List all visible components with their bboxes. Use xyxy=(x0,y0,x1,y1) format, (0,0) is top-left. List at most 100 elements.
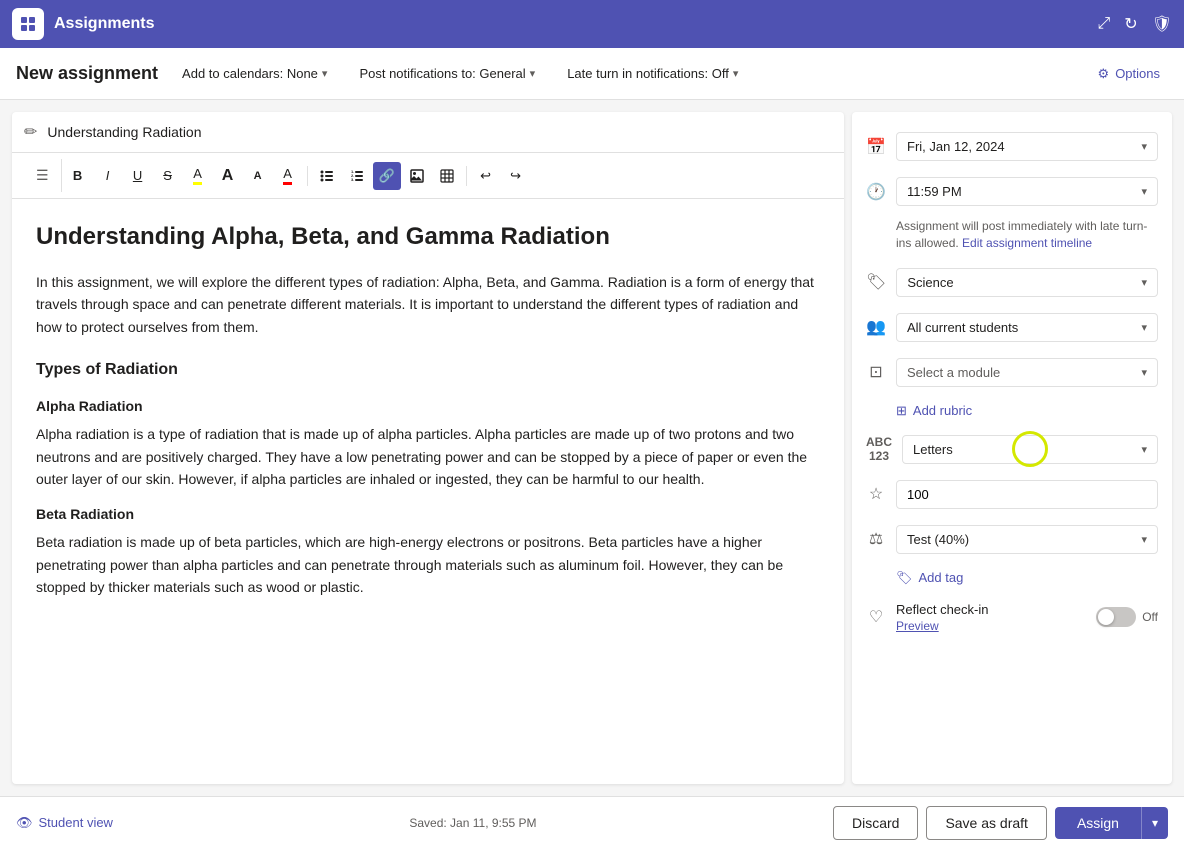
calendar-chevron-icon: ▾ xyxy=(322,67,328,80)
assign-button-group: Assign ▾ xyxy=(1055,807,1168,839)
reflect-row: ♡ Reflect check-in Preview Off xyxy=(852,594,1172,641)
expand-icon[interactable]: ⤢ xyxy=(1097,15,1110,33)
student-view-icon: 👁 xyxy=(16,815,33,831)
reflect-icon: ♡ xyxy=(866,607,886,627)
points-row: ☆ xyxy=(852,472,1172,517)
tag-icon: 🏷 xyxy=(896,570,913,586)
font-color-button[interactable]: A xyxy=(274,162,302,190)
numbered-list-button[interactable]: 1. 2. 3. xyxy=(343,162,371,190)
content-section2-heading: Alpha Radiation xyxy=(36,396,820,417)
grading-type-row: ABC123 Letters ▾ xyxy=(852,427,1172,472)
weight-chevron-icon: ▾ xyxy=(1141,533,1147,546)
due-date-dropdown[interactable]: Fri, Jan 12, 2024 ▾ xyxy=(896,132,1158,161)
subheader: New assignment Add to calendars: None ▾ … xyxy=(0,48,1184,100)
underline-button[interactable]: U xyxy=(124,162,152,190)
toggle-track[interactable] xyxy=(1096,607,1136,627)
module-row: ⊡ Select a module ▾ xyxy=(852,350,1172,395)
points-star-icon: ☆ xyxy=(866,484,886,504)
bottom-actions: Discard Save as draft Assign ▾ xyxy=(833,806,1168,840)
content-section2-body: Alpha radiation is a type of radiation t… xyxy=(36,423,820,490)
module-icon: ⊡ xyxy=(866,362,886,382)
list-toggle-icon[interactable]: ☰ xyxy=(24,159,62,192)
grading-type-dropdown[interactable]: Letters ▾ xyxy=(902,435,1158,464)
student-view-button[interactable]: 👁 Student view xyxy=(16,815,113,831)
calendar-icon: 📅 xyxy=(866,137,886,157)
assignees-row: 👥 All current students ▾ xyxy=(852,305,1172,350)
add-tag-button[interactable]: 🏷 Add tag xyxy=(852,562,1172,594)
assign-button[interactable]: Assign xyxy=(1055,807,1141,839)
assignment-title-input[interactable] xyxy=(47,124,832,140)
category-weight-dropdown[interactable]: Test (40%) ▾ xyxy=(896,525,1158,554)
redo-button[interactable]: ↪ xyxy=(502,162,530,190)
editor-title-row: ✏ xyxy=(12,112,844,153)
due-time-dropdown[interactable]: 11:59 PM ▾ xyxy=(896,177,1158,206)
category-row: 🏷 Science ▾ xyxy=(852,260,1172,305)
late-turn-dropdown[interactable]: Late turn in notifications: Off ▾ xyxy=(559,62,746,85)
add-rubric-button[interactable]: ⊞ Add rubric xyxy=(852,395,1172,427)
options-button[interactable]: ⚙ Options xyxy=(1090,62,1168,86)
page-title: New assignment xyxy=(16,63,158,84)
clock-icon: 🕐 xyxy=(866,182,886,202)
saved-status: Saved: Jan 11, 9:55 PM xyxy=(409,816,536,830)
due-date-chevron-icon: ▾ xyxy=(1141,140,1147,153)
bold-button[interactable]: B xyxy=(64,162,92,190)
grading-icon: ABC123 xyxy=(866,435,892,463)
reflect-toggle[interactable]: Off xyxy=(1096,607,1158,627)
category-dropdown[interactable]: Science ▾ xyxy=(896,268,1158,297)
edit-icon: ✏ xyxy=(24,122,37,142)
due-time-row: 🕐 11:59 PM ▾ xyxy=(852,169,1172,214)
shield-icon[interactable]: 🛡 xyxy=(1152,14,1172,34)
people-icon: 👥 xyxy=(866,317,886,337)
top-bar-icons: ⤢ ↻ 🛡 xyxy=(1097,14,1172,34)
cursor-ring xyxy=(1012,431,1048,467)
refresh-icon[interactable]: ↻ xyxy=(1124,14,1137,34)
grading-chevron-icon: ▾ xyxy=(1141,443,1147,456)
content-section1-heading: Types of Radiation xyxy=(36,358,820,382)
editor-body: Understanding Alpha, Beta, and Gamma Rad… xyxy=(12,199,844,784)
toggle-thumb xyxy=(1098,609,1114,625)
module-chevron-icon: ▾ xyxy=(1141,366,1147,379)
category-icon: 🏷 xyxy=(866,272,886,292)
font-size-down-button[interactable]: A xyxy=(244,162,272,190)
late-turn-chevron-icon: ▾ xyxy=(733,67,739,80)
assignees-dropdown[interactable]: All current students ▾ xyxy=(896,313,1158,342)
category-weight-row: ⚖ Test (40%) ▾ xyxy=(852,517,1172,562)
editor-content[interactable]: Understanding Alpha, Beta, and Gamma Rad… xyxy=(12,199,844,784)
edit-timeline-link[interactable]: Edit assignment timeline xyxy=(962,236,1092,250)
bottom-bar: 👁 Student view Saved: Jan 11, 9:55 PM Di… xyxy=(0,796,1184,848)
module-dropdown[interactable]: Select a module ▾ xyxy=(896,358,1158,387)
font-size-up-button[interactable]: A xyxy=(214,162,242,190)
discard-button[interactable]: Discard xyxy=(833,806,918,840)
bullet-list-button[interactable] xyxy=(313,162,341,190)
calendar-dropdown[interactable]: Add to calendars: None ▾ xyxy=(174,62,335,85)
content-intro: In this assignment, we will explore the … xyxy=(36,271,820,338)
save-draft-button[interactable]: Save as draft xyxy=(926,806,1047,840)
undo-button[interactable]: ↩ xyxy=(472,162,500,190)
right-panel: 📅 Fri, Jan 12, 2024 ▾ 🕐 11:59 PM ▾ Assig… xyxy=(852,112,1172,784)
highlight-button[interactable]: A xyxy=(184,162,212,190)
table-button[interactable] xyxy=(433,162,461,190)
content-section3-heading: Beta Radiation xyxy=(36,504,820,525)
due-time-chevron-icon: ▾ xyxy=(1141,185,1147,198)
link-button[interactable]: 🔗 xyxy=(373,162,401,190)
assignees-chevron-icon: ▾ xyxy=(1141,321,1147,334)
category-chevron-icon: ▾ xyxy=(1141,276,1147,289)
editor-panel: ✏ ☰ B I U S A A A A xyxy=(12,112,844,784)
reflect-preview-link[interactable]: Preview xyxy=(896,619,939,633)
toolbar-separator-2 xyxy=(466,166,467,186)
main-layout: ✏ ☰ B I U S A A A A xyxy=(0,100,1184,796)
notifications-dropdown[interactable]: Post notifications to: General ▾ xyxy=(351,62,543,85)
strikethrough-button[interactable]: S xyxy=(154,162,182,190)
rubric-icon: ⊞ xyxy=(896,403,907,419)
points-input[interactable] xyxy=(896,480,1158,509)
italic-button[interactable]: I xyxy=(94,162,122,190)
app-logo xyxy=(12,8,44,40)
timeline-note: Assignment will post immediately with la… xyxy=(852,214,1172,260)
image-button[interactable] xyxy=(403,162,431,190)
top-bar: Assignments ⤢ ↻ 🛡 xyxy=(0,0,1184,48)
assign-chevron-button[interactable]: ▾ xyxy=(1141,807,1168,839)
notifications-chevron-icon: ▾ xyxy=(530,67,536,80)
svg-text:3.: 3. xyxy=(351,177,354,182)
content-heading1: Understanding Alpha, Beta, and Gamma Rad… xyxy=(36,219,820,255)
app-title: Assignments xyxy=(54,15,1097,33)
